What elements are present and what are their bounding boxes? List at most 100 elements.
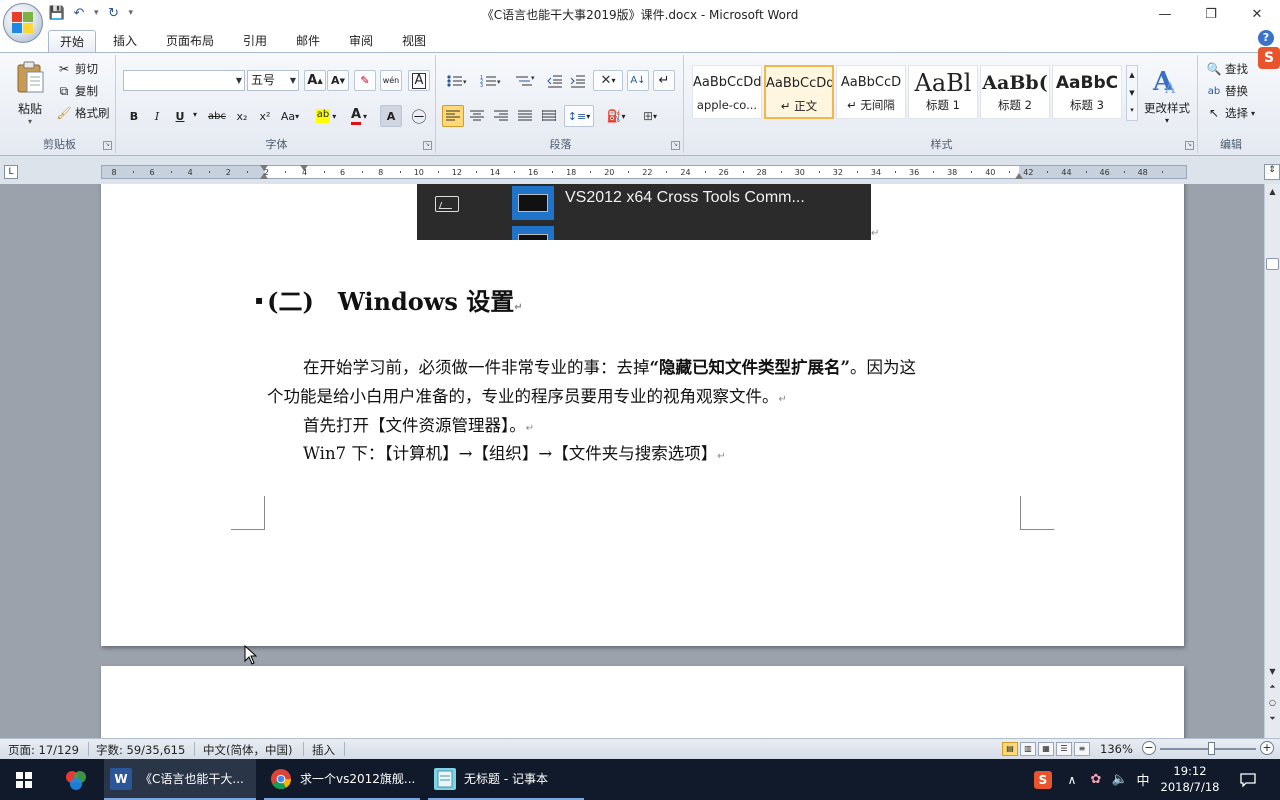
gallery-down-icon[interactable]: ▼ bbox=[1127, 84, 1137, 102]
system-clock[interactable]: 19:12 2018/7/18 bbox=[1160, 763, 1220, 795]
format-painter-button[interactable]: 🖌 格式刷 bbox=[56, 105, 109, 121]
font-size-dropdown-icon[interactable]: ▼ bbox=[290, 71, 296, 90]
tab-review[interactable]: 审阅 bbox=[340, 30, 382, 52]
tray-app-icon[interactable]: ✿ bbox=[1086, 759, 1106, 800]
right-indent-marker[interactable] bbox=[1015, 173, 1023, 179]
insert-mode[interactable]: 插入 bbox=[312, 742, 335, 758]
grow-font-button[interactable]: A ▲ bbox=[304, 70, 326, 91]
replace-button[interactable]: ab 替换 bbox=[1206, 83, 1248, 99]
style-heading-2[interactable]: AaBb( 标题 2 bbox=[980, 65, 1050, 119]
style-no-spacing[interactable]: AaBbCcD ↵ 无间隔 bbox=[836, 65, 906, 119]
scroll-down-icon[interactable]: ▼ bbox=[1265, 664, 1280, 679]
sogou-tray-icon[interactable]: S bbox=[1032, 759, 1054, 800]
superscript-button[interactable]: x² bbox=[254, 105, 276, 127]
bullets-button[interactable]: ▾ bbox=[442, 70, 472, 91]
taskbar-notepad-button[interactable]: 无标题 - 记事本 bbox=[428, 759, 584, 800]
clipboard-launcher-icon[interactable]: ↘ bbox=[103, 141, 112, 150]
italic-button[interactable]: I bbox=[146, 105, 168, 127]
help-icon[interactable]: ? bbox=[1258, 30, 1274, 46]
change-case-button[interactable]: Aa ▾ bbox=[277, 105, 303, 127]
sogou-ime-icon[interactable]: S bbox=[1258, 47, 1280, 69]
tab-stop-selector[interactable]: L bbox=[4, 165, 18, 179]
web-layout-view-icon[interactable]: ▦ bbox=[1038, 742, 1054, 756]
embedded-screenshot-image[interactable]: VS2012 x64 Cross Tools Comm... bbox=[417, 184, 871, 240]
paragraph-launcher-icon[interactable]: ↘ bbox=[671, 141, 680, 150]
document-page[interactable]: VS2012 x64 Cross Tools Comm... ↵ ▪ (二) Win… bbox=[101, 184, 1184, 646]
language-indicator[interactable]: 中文(简体，中国) bbox=[203, 742, 292, 758]
paragraph-1-line-1[interactable]: 在开始学习前，必须做一件非常专业的事：去掉“隐藏已知文件类型扩展名”。因为这 bbox=[303, 354, 916, 378]
decrease-indent-button[interactable] bbox=[544, 70, 566, 91]
find-button[interactable]: 🔍 查找 bbox=[1206, 61, 1248, 77]
previous-page-icon[interactable]: ⏶ bbox=[1265, 680, 1280, 694]
styles-gallery-scroll[interactable]: ▲ ▼ ▾ bbox=[1126, 65, 1138, 121]
align-right-button[interactable] bbox=[490, 105, 512, 127]
word-count[interactable]: 字数: 59/35,615 bbox=[96, 742, 185, 758]
outline-view-icon[interactable]: ☰ bbox=[1056, 742, 1072, 756]
select-browse-object-icon[interactable]: ○ bbox=[1265, 696, 1280, 710]
increase-indent-button[interactable] bbox=[567, 70, 589, 91]
zoom-out-icon[interactable]: − bbox=[1142, 741, 1156, 755]
draft-view-icon[interactable]: ≡ bbox=[1074, 742, 1090, 756]
font-size-combo[interactable]: 五号 ▼ bbox=[247, 70, 299, 91]
office-button[interactable] bbox=[3, 3, 43, 43]
section-heading[interactable]: ▪ (二) Windows 设置↵ bbox=[255, 282, 523, 317]
paragraph-1-line-2[interactable]: 个功能是给小白用户准备的，专业的程序员要用专业的视角观察文件。↵ bbox=[267, 383, 787, 407]
styles-launcher-icon[interactable]: ↘ bbox=[1185, 141, 1194, 150]
character-shading-button[interactable]: A bbox=[380, 105, 402, 127]
vertical-scrollbar[interactable]: ▲ ▼ ⏶ ○ ⏷ bbox=[1264, 184, 1280, 738]
select-button[interactable]: ↖ 选择 ▾ bbox=[1206, 105, 1255, 121]
ime-indicator[interactable]: 中 bbox=[1134, 759, 1152, 800]
sort-button[interactable]: A↓ bbox=[627, 70, 649, 91]
style-heading-1[interactable]: AaBl 标题 1 bbox=[908, 65, 978, 119]
distributed-button[interactable] bbox=[538, 105, 560, 127]
font-name-dropdown-icon[interactable]: ▼ bbox=[236, 71, 242, 90]
phonetic-guide-button[interactable]: wén bbox=[380, 70, 402, 91]
minimize-button[interactable]: — bbox=[1142, 0, 1188, 28]
page-count[interactable]: 页面: 17/129 bbox=[8, 742, 79, 758]
tab-page-layout[interactable]: 页面布局 bbox=[158, 30, 222, 52]
tab-view[interactable]: 视图 bbox=[393, 30, 435, 52]
chinese-layout-button[interactable]: ✕ ▾ bbox=[593, 70, 623, 91]
tab-mailings[interactable]: 邮件 bbox=[287, 30, 329, 52]
document-page-next[interactable] bbox=[101, 666, 1184, 738]
view-ruler-icon[interactable]: ⇕ bbox=[1264, 164, 1280, 180]
justify-button[interactable] bbox=[514, 105, 536, 127]
subscript-button[interactable]: x₂ bbox=[231, 105, 253, 127]
line-spacing-button[interactable]: ↕≡ ▾ bbox=[564, 105, 594, 127]
shrink-font-button[interactable]: A ▼ bbox=[327, 70, 349, 91]
align-left-button[interactable] bbox=[442, 105, 464, 127]
next-page-icon[interactable]: ⏷ bbox=[1265, 712, 1280, 726]
taskbar-word-button[interactable]: W 《C语言也能干大... bbox=[104, 759, 256, 800]
paragraph-2[interactable]: 首先打开【文件资源管理器】。↵ bbox=[303, 412, 534, 436]
tab-references[interactable]: 引用 bbox=[234, 30, 276, 52]
tab-home[interactable]: 开始 bbox=[48, 30, 96, 52]
zoom-in-icon[interactable]: + bbox=[1260, 741, 1274, 755]
horizontal-ruler[interactable]: 8 6 4 2 2 4 6 8 10 12 14 16 18 20 22 24 26 28 30 32 34 36 38 40… bbox=[101, 165, 1187, 179]
close-button[interactable]: ✕ bbox=[1234, 0, 1280, 28]
font-name-combo[interactable]: ▼ bbox=[123, 70, 245, 91]
cut-button[interactable]: ✂ 剪切 bbox=[56, 61, 98, 77]
full-screen-reading-view-icon[interactable]: ▥ bbox=[1020, 742, 1036, 756]
scroll-thumb[interactable] bbox=[1266, 258, 1279, 270]
start-button[interactable] bbox=[12, 759, 36, 800]
style-normal[interactable]: AaBbCcDd ↵ 正文 bbox=[764, 65, 834, 119]
style-heading-3[interactable]: AaBbC 标题 3 bbox=[1052, 65, 1122, 119]
style-apple-converted[interactable]: AaBbCcDd apple-co... bbox=[692, 65, 762, 119]
pinned-app-button[interactable] bbox=[60, 759, 92, 800]
show-hidden-icons-icon[interactable]: ∧ bbox=[1064, 759, 1080, 800]
zoom-slider-thumb[interactable] bbox=[1208, 742, 1215, 755]
align-center-button[interactable] bbox=[466, 105, 488, 127]
clear-format-button[interactable]: ✎ bbox=[354, 70, 376, 91]
action-center-icon[interactable] bbox=[1236, 759, 1260, 800]
scroll-up-icon[interactable]: ▲ bbox=[1265, 184, 1280, 199]
borders-button[interactable]: ⊞ ▾ bbox=[634, 105, 666, 127]
taskbar-chrome-button[interactable]: 求一个vs2012旗舰... bbox=[264, 759, 420, 800]
numbering-button[interactable]: 1 2 3 ▾ bbox=[476, 70, 506, 91]
show-marks-button[interactable]: ↵ bbox=[653, 70, 675, 91]
document-area[interactable]: VS2012 x64 Cross Tools Comm... ↵ ▪ (二) Win… bbox=[0, 184, 1264, 738]
copy-button[interactable]: ⧉ 复制 bbox=[56, 83, 98, 99]
tab-insert[interactable]: 插入 bbox=[104, 30, 146, 52]
restore-button[interactable]: ❐ bbox=[1188, 0, 1234, 28]
underline-button[interactable]: U bbox=[169, 105, 191, 127]
strikethrough-button[interactable]: abc bbox=[204, 105, 230, 127]
